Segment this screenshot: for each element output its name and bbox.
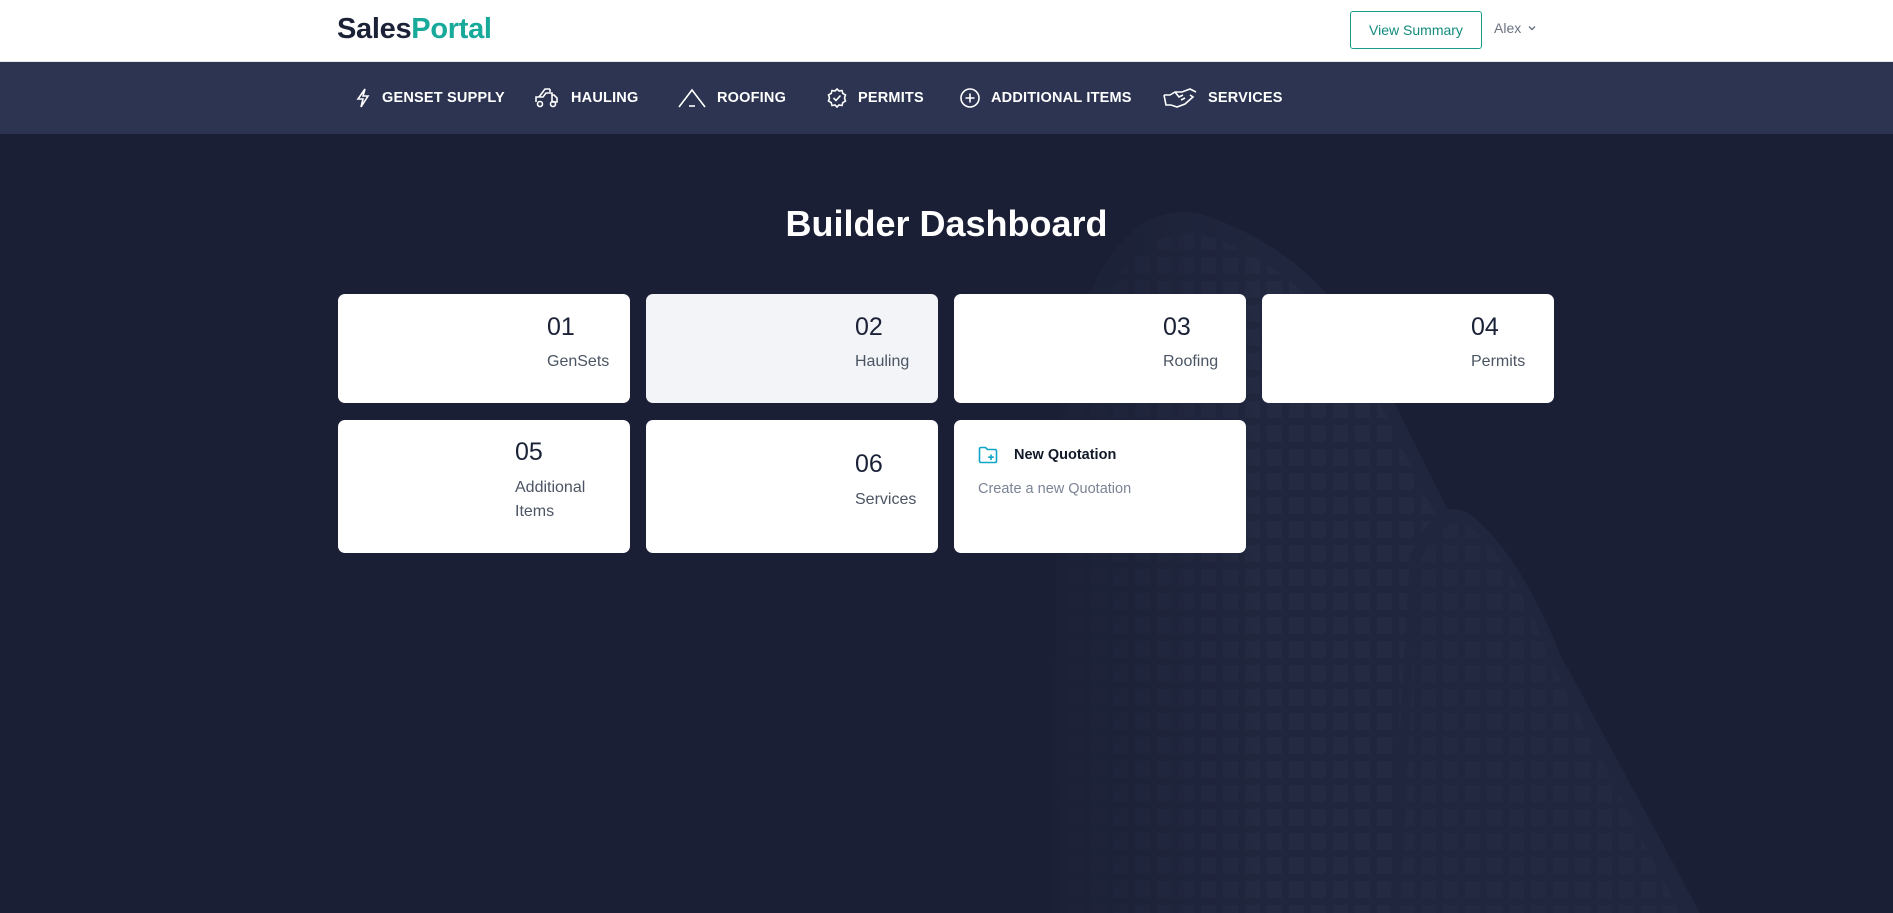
nav-item-services[interactable]: SERVICES: [1162, 62, 1283, 134]
plus-circle-icon: [960, 88, 980, 108]
card-hauling[interactable]: 02 Hauling: [646, 294, 938, 403]
nav-item-label: HAULING: [571, 90, 639, 106]
category-navbar: GENSET SUPPLY HAULING ROOFING PERMITS AD…: [0, 62, 1893, 134]
card-label: GenSets: [547, 353, 610, 370]
tow-truck-icon: [535, 88, 558, 108]
card-number: 04: [1471, 313, 1499, 341]
page-title: Builder Dashboard: [785, 203, 1108, 244]
card-number: 01: [547, 313, 575, 341]
card-number: 02: [855, 313, 883, 341]
card-label: Permits: [1471, 353, 1526, 370]
card-label: Additional Items: [515, 479, 586, 520]
nav-item-additional-items[interactable]: ADDITIONAL ITEMS: [959, 62, 1132, 134]
nav-item-hauling[interactable]: HAULING: [533, 62, 638, 134]
nav-item-permits[interactable]: PERMITS: [826, 62, 924, 134]
nav-item-label: SERVICES: [1208, 90, 1283, 106]
logo-text-portal: Portal: [411, 13, 492, 45]
card-permits[interactable]: 04 Permits: [1262, 294, 1554, 403]
card-number: 03: [1163, 313, 1191, 341]
nav-item-label: ADDITIONAL ITEMS: [991, 90, 1132, 106]
folder-plus-icon: [978, 446, 998, 464]
handshake-icon: [1163, 88, 1197, 108]
user-name: Alex: [1494, 20, 1522, 36]
logo-text-sales: Sales: [337, 13, 412, 45]
card-label: Roofing: [1163, 353, 1219, 370]
nav-item-label: GENSET SUPPLY: [382, 90, 505, 106]
top-header: SalesPortal View Summary Alex: [0, 0, 1893, 62]
sales-portal-logo[interactable]: SalesPortal: [337, 13, 492, 46]
card-label: Services: [855, 491, 917, 508]
card-number: 06: [855, 450, 883, 478]
new-quotation-subtitle: Create a new Quotation: [978, 481, 1132, 497]
card-additional-items[interactable]: 05 Additional Items: [338, 420, 630, 553]
chevron-down-icon: [1528, 26, 1536, 31]
nav-item-roofing[interactable]: ROOFING: [677, 62, 786, 134]
roof-icon: [678, 88, 706, 108]
card-roofing[interactable]: 03 Roofing: [954, 294, 1246, 403]
user-menu[interactable]: Alex: [1494, 20, 1537, 36]
nav-item-label: ROOFING: [717, 90, 787, 106]
view-summary-button[interactable]: View Summary: [1350, 11, 1482, 49]
nav-item-genset-supply[interactable]: GENSET SUPPLY: [354, 62, 505, 134]
card-number: 05: [515, 438, 543, 466]
nav-item-label: PERMITS: [858, 90, 924, 106]
new-quotation-card[interactable]: New Quotation Create a new Quotation: [954, 420, 1246, 553]
card-gensets[interactable]: 01 GenSets: [338, 294, 630, 403]
card-label: Hauling: [855, 353, 910, 370]
bolt-icon: [356, 88, 370, 108]
new-quotation-title: New Quotation: [1014, 447, 1117, 463]
card-services[interactable]: 06 Services: [646, 420, 938, 553]
badge-check-icon: [827, 87, 847, 109]
